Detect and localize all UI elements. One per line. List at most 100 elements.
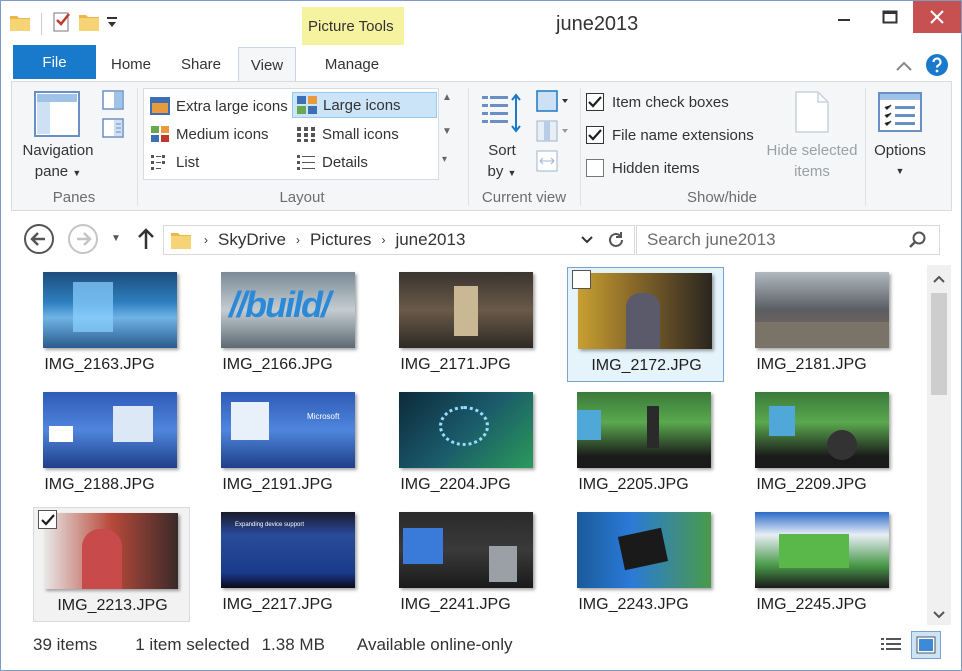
group-by-button[interactable] — [536, 90, 572, 114]
tab-home[interactable]: Home — [101, 47, 161, 81]
layout-list[interactable]: List — [146, 149, 290, 175]
file-name-extensions-checkbox[interactable] — [586, 126, 604, 144]
up-button[interactable] — [137, 227, 155, 255]
close-button[interactable] — [913, 1, 961, 33]
details-pane-button[interactable] — [102, 118, 126, 140]
layout-scroll-down-icon[interactable]: ▼ — [442, 126, 452, 137]
properties-icon[interactable] — [52, 11, 72, 37]
scroll-up-icon[interactable] — [933, 271, 945, 288]
scrollbar-thumb[interactable] — [931, 293, 947, 395]
help-area — [895, 53, 949, 81]
file-tile-selected[interactable]: IMG_2172.JPG — [567, 267, 724, 382]
details-view-button[interactable] — [879, 633, 903, 662]
item-checkbox[interactable] — [38, 510, 57, 529]
address-bar[interactable]: › SkyDrive › Pictures › june2013 — [163, 225, 635, 255]
large-icons-view-button[interactable] — [911, 631, 941, 659]
file-name: IMG_2205.JPG — [578, 476, 689, 493]
forward-button[interactable] — [67, 223, 99, 259]
file-name: IMG_2166.JPG — [222, 356, 333, 373]
file-tile[interactable]: IMG_2188.JPG — [21, 387, 178, 502]
item-check-boxes-checkbox[interactable] — [586, 93, 604, 111]
layout-large-icons[interactable]: Large icons — [292, 92, 437, 118]
file-tile[interactable]: IMG_2209.JPG — [733, 387, 890, 502]
folder-icon[interactable] — [9, 12, 31, 36]
back-button[interactable] — [23, 223, 55, 259]
file-tile[interactable]: IMG_2171.JPG — [377, 267, 534, 382]
customize-qat-icon[interactable] — [106, 15, 118, 33]
checkmark-icon — [588, 129, 602, 141]
layout-medium-icons[interactable]: Medium icons — [146, 121, 290, 147]
file-tile[interactable]: //build/ IMG_2166.JPG — [199, 267, 356, 382]
scroll-down-icon[interactable] — [933, 607, 945, 624]
recent-locations-icon[interactable]: ▼ — [111, 233, 121, 244]
add-columns-button[interactable] — [536, 120, 572, 144]
sort-label-2: by — [487, 163, 504, 180]
breadcrumb-separator-icon[interactable]: › — [381, 233, 385, 247]
breadcrumb-separator-icon[interactable]: › — [204, 233, 208, 247]
minimize-button[interactable] — [821, 1, 867, 33]
search-input[interactable]: Search june2013 — [647, 230, 776, 250]
collapse-ribbon-icon[interactable] — [895, 59, 913, 76]
layout-extra-large-icons[interactable]: Extra large icons — [146, 93, 290, 119]
breadcrumb-pictures[interactable]: Pictures — [310, 230, 371, 250]
breadcrumb-separator-icon[interactable]: › — [296, 233, 300, 247]
photo-detail — [49, 426, 73, 442]
search-box[interactable]: Search june2013 — [636, 225, 940, 255]
hidden-items-checkbox[interactable] — [586, 159, 604, 177]
layout-scroll-up-icon[interactable]: ▲ — [442, 92, 452, 103]
options-button[interactable]: Options ▼ — [868, 88, 932, 188]
photo-detail — [231, 402, 269, 440]
file-tile[interactable]: IMG_2245.JPG — [733, 507, 890, 622]
window-controls — [821, 1, 961, 33]
picture-tools-header: Picture Tools — [302, 7, 404, 45]
photo-thumbnail — [43, 392, 177, 468]
address-dropdown-icon[interactable] — [580, 230, 594, 253]
help-icon[interactable] — [925, 53, 949, 81]
file-tile[interactable]: IMG_2243.JPG — [555, 507, 712, 622]
medium-icons-label: Medium icons — [176, 125, 269, 143]
search-icon[interactable] — [909, 231, 927, 254]
tab-share[interactable]: Share — [171, 47, 231, 81]
new-folder-icon[interactable] — [78, 12, 100, 36]
tab-file[interactable]: File — [13, 45, 96, 79]
hide-selected-items-button[interactable]: Hide selected items — [762, 88, 862, 188]
preview-pane-button[interactable] — [102, 90, 126, 112]
size-columns-button[interactable] — [536, 150, 572, 174]
vertical-scrollbar[interactable] — [927, 265, 951, 625]
file-tile-checked[interactable]: IMG_2213.JPG — [33, 507, 190, 622]
file-tile[interactable]: IMG_2163.JPG — [21, 267, 178, 382]
file-name: IMG_2171.JPG — [400, 356, 511, 373]
file-tile[interactable]: IMG_2181.JPG — [733, 267, 890, 382]
show-hide-group-label: Show/hide — [686, 189, 758, 206]
layout-details[interactable]: Details — [292, 149, 437, 175]
build-sign-text: //build/ — [229, 284, 331, 325]
navigation-pane-button[interactable]: Navigation pane ▼ — [18, 88, 98, 183]
file-tile[interactable]: IMG_2205.JPG — [555, 387, 712, 502]
photo-thumbnail — [43, 272, 177, 348]
file-tile[interactable]: IMG_2241.JPG — [377, 507, 534, 622]
large-icons-view-icon — [916, 636, 936, 654]
file-name: IMG_2188.JPG — [44, 476, 155, 493]
hidden-items-toggle[interactable]: Hidden items — [586, 159, 700, 177]
photo-thumbnail — [577, 392, 711, 468]
layout-more-icon[interactable]: ▾ — [442, 154, 447, 165]
item-checkbox[interactable] — [572, 270, 591, 289]
file-name-extensions-toggle[interactable]: File name extensions — [586, 126, 754, 144]
maximize-button[interactable] — [867, 1, 913, 33]
file-tile[interactable]: Microsoft IMG_2191.JPG — [199, 387, 356, 502]
group-separator — [865, 88, 866, 206]
checkmark-icon — [40, 513, 55, 526]
photo-detail — [617, 527, 669, 571]
tab-manage[interactable]: Manage — [313, 47, 391, 81]
file-tile[interactable]: Expanding device support IMG_2217.JPG — [199, 507, 356, 622]
item-check-boxes-toggle[interactable]: Item check boxes — [586, 93, 729, 111]
sort-by-button[interactable]: Sort by ▼ — [474, 88, 530, 188]
breadcrumb-june2013[interactable]: june2013 — [395, 230, 465, 250]
photo-detail — [755, 322, 889, 348]
details-label: Details — [322, 153, 368, 171]
breadcrumb-skydrive[interactable]: SkyDrive — [218, 230, 286, 250]
file-tile[interactable]: IMG_2204.JPG — [377, 387, 534, 502]
refresh-icon[interactable] — [606, 230, 626, 255]
layout-small-icons[interactable]: Small icons — [292, 121, 437, 147]
tab-view[interactable]: View — [238, 47, 296, 83]
